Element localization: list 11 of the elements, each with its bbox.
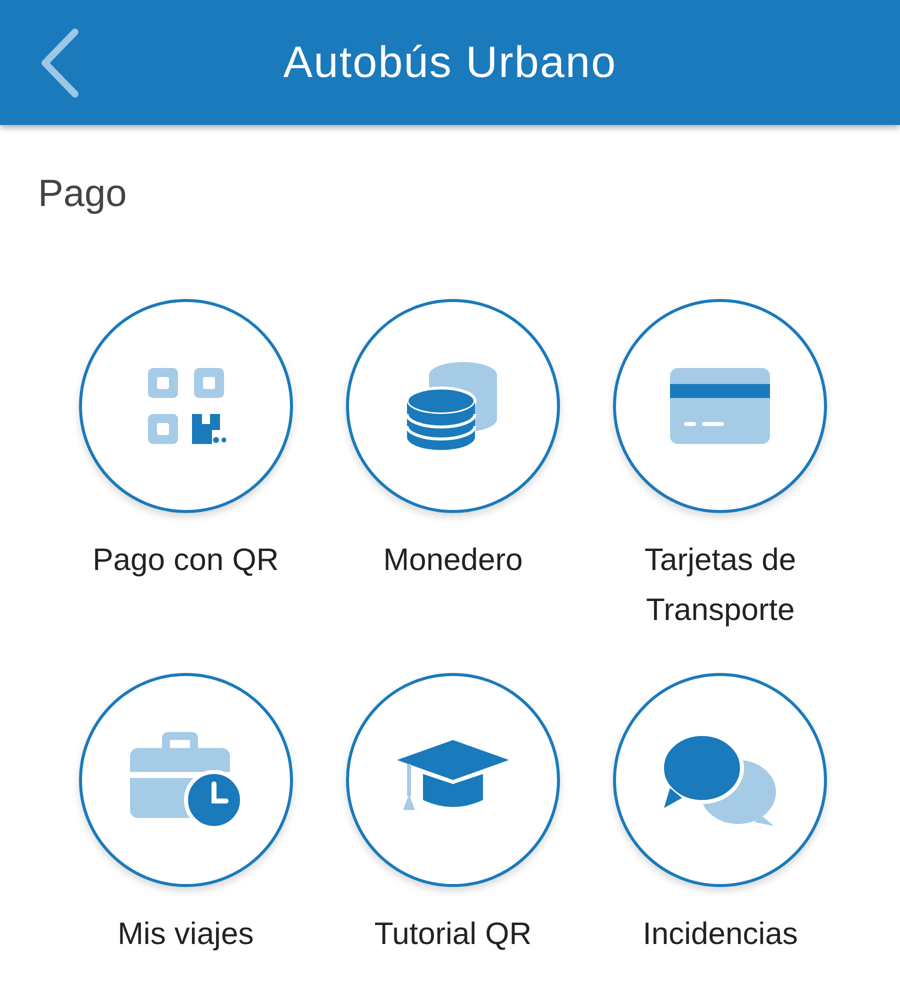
credit-card-icon	[668, 366, 772, 446]
screen-title: Autobús Urbano	[283, 40, 617, 84]
tile-label: Incidencias	[642, 915, 799, 953]
back-chevron-icon	[39, 28, 79, 98]
qr-code-icon	[146, 366, 226, 446]
tile-label: Tutorial QR	[373, 915, 533, 953]
tile-label: Mis viajes	[116, 915, 255, 953]
section-title: Pago	[38, 172, 128, 217]
tile-label: Tarjetas de Transporte	[644, 541, 798, 629]
tile-label: Monedero	[382, 541, 524, 579]
tile-label: Pago con QR	[92, 541, 280, 579]
